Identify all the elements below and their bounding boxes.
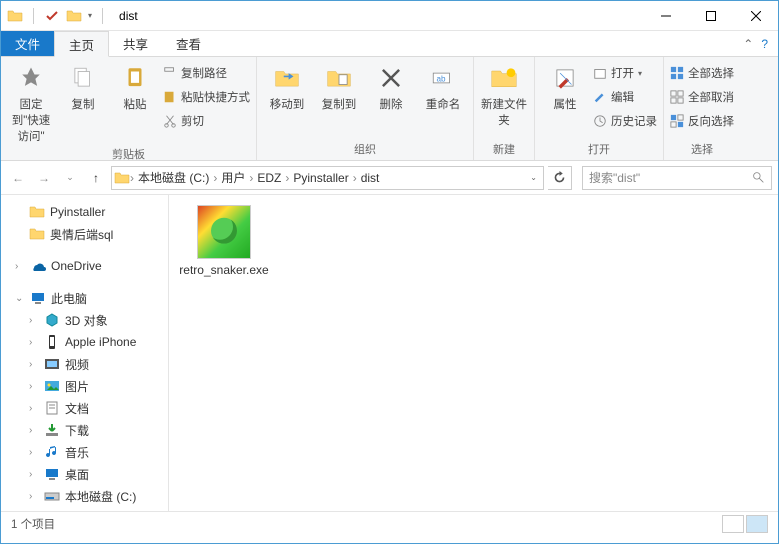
checkmark-icon[interactable] — [44, 8, 60, 24]
select-group-label: 选择 — [670, 139, 734, 160]
organize-group-label: 组织 — [263, 139, 467, 160]
svg-text:ab: ab — [437, 74, 447, 83]
close-button[interactable] — [733, 1, 778, 31]
properties-button[interactable]: 属性 — [541, 60, 589, 112]
select-all-button[interactable]: 全部选择 — [670, 62, 734, 84]
tree-item-this-pc[interactable]: ⌄此电脑 — [1, 287, 168, 309]
forward-button[interactable]: → — [33, 167, 55, 189]
open-button[interactable]: 打开 ▾ — [593, 62, 657, 84]
move-to-label: 移动到 — [270, 96, 305, 112]
new-folder-label: 新建文件夹 — [480, 96, 528, 128]
refresh-button[interactable] — [548, 166, 572, 190]
breadcrumb-item[interactable]: Pyinstaller — [289, 171, 352, 185]
paste-label: 粘贴 — [124, 96, 147, 112]
window-title: dist — [113, 9, 138, 23]
breadcrumb-item[interactable]: 用户 — [217, 169, 249, 186]
move-to-button[interactable]: 移动到 — [263, 60, 311, 112]
quick-access-toolbar: ▾ — [1, 8, 113, 24]
tree-item-onedrive[interactable]: ›OneDrive — [1, 255, 168, 277]
address-bar[interactable]: › 本地磁盘 (C:)› 用户› EDZ› Pyinstaller› dist … — [111, 166, 544, 190]
up-button[interactable]: ↑ — [85, 167, 107, 189]
content-area[interactable]: retro_snaker.exe — [169, 195, 778, 511]
tree-item-desktop[interactable]: ›桌面 — [1, 463, 168, 485]
pin-button[interactable]: 固定到"快速访问" — [7, 60, 55, 144]
tab-home[interactable]: 主页 — [54, 31, 109, 57]
cut-button[interactable]: 剪切 — [163, 110, 250, 132]
select-none-button[interactable]: 全部取消 — [670, 86, 734, 108]
tree-item-pyinstaller[interactable]: Pyinstaller — [1, 201, 168, 223]
qat-dropdown-icon[interactable]: ▾ — [88, 11, 92, 20]
invert-selection-button[interactable]: 反向选择 — [670, 110, 734, 132]
search-icon — [752, 171, 765, 184]
new-folder-button[interactable]: 新建文件夹 — [480, 60, 528, 128]
properties-label: 属性 — [554, 96, 577, 112]
search-input[interactable]: 搜索"dist" — [582, 166, 772, 190]
copy-to-button[interactable]: 复制到 — [315, 60, 363, 112]
breadcrumb-item[interactable]: dist — [357, 171, 384, 185]
address-dropdown-icon[interactable]: ⌄ — [526, 173, 541, 182]
icons-view-button[interactable] — [746, 515, 768, 533]
tab-file[interactable]: 文件 — [1, 31, 54, 56]
copy-path-button[interactable]: 复制路径 — [163, 62, 250, 84]
copy-label: 复制 — [72, 96, 95, 112]
breadcrumb-item[interactable]: 本地磁盘 (C:) — [134, 169, 213, 186]
tree-item-downloads[interactable]: ›下载 — [1, 419, 168, 441]
clipboard-group-label: 剪贴板 — [7, 144, 250, 165]
edit-button[interactable]: 编辑 — [593, 86, 657, 108]
back-button[interactable]: ← — [7, 167, 29, 189]
collapse-ribbon-icon[interactable]: ⌃ — [743, 37, 753, 51]
ribbon-tabs: 文件 主页 共享 查看 ⌃ ? — [1, 31, 778, 57]
delete-button[interactable]: 删除 — [367, 60, 415, 112]
folder-icon[interactable] — [66, 8, 82, 24]
folder-icon[interactable] — [7, 8, 23, 24]
tree-item-iphone[interactable]: ›Apple iPhone — [1, 331, 168, 353]
statusbar: 1 个项目 — [1, 511, 778, 535]
tree-item-c-drive[interactable]: ›本地磁盘 (C:) — [1, 485, 168, 507]
file-thumbnail-icon — [197, 205, 251, 259]
tab-view[interactable]: 查看 — [162, 31, 215, 56]
help-icon[interactable]: ? — [761, 37, 768, 51]
tree-item-pictures[interactable]: ›图片 — [1, 375, 168, 397]
rename-label: 重命名 — [426, 96, 461, 112]
open-group-label: 打开 — [541, 139, 657, 160]
paste-button[interactable]: 粘贴 — [111, 60, 159, 112]
tab-share[interactable]: 共享 — [109, 31, 162, 56]
maximize-button[interactable] — [688, 1, 733, 31]
file-item[interactable]: retro_snaker.exe — [179, 205, 269, 277]
file-name: retro_snaker.exe — [179, 263, 268, 277]
navbar: ← → ⌄ ↑ › 本地磁盘 (C:)› 用户› EDZ› Pyinstalle… — [1, 161, 778, 195]
ribbon: 固定到"快速访问" 复制 粘贴 复制路径 粘贴快捷方式 剪切 剪贴板 移动到 复… — [1, 57, 778, 161]
minimize-button[interactable] — [643, 1, 688, 31]
copy-to-label: 复制到 — [322, 96, 357, 112]
tree-item-videos[interactable]: ›视频 — [1, 353, 168, 375]
folder-icon — [114, 170, 130, 186]
rename-button[interactable]: ab 重命名 — [419, 60, 467, 112]
copy-button[interactable]: 复制 — [59, 60, 107, 112]
titlebar: ▾ dist — [1, 1, 778, 31]
pin-label: 固定到"快速访问" — [7, 96, 55, 144]
details-view-button[interactable] — [722, 515, 744, 533]
tree-item-documents[interactable]: ›文档 — [1, 397, 168, 419]
new-group-label: 新建 — [480, 139, 528, 160]
recent-dropdown[interactable]: ⌄ — [59, 167, 81, 189]
history-button[interactable]: 历史记录 — [593, 110, 657, 132]
breadcrumb-item[interactable]: EDZ — [253, 171, 285, 185]
delete-label: 删除 — [380, 96, 403, 112]
paste-shortcut-button[interactable]: 粘贴快捷方式 — [163, 86, 250, 108]
navigation-pane[interactable]: Pyinstaller 奥情后端sql ›OneDrive ⌄此电脑 ›3D 对… — [1, 195, 169, 511]
tree-item-3d[interactable]: ›3D 对象 — [1, 309, 168, 331]
item-count: 1 个项目 — [11, 516, 55, 532]
tree-item-sql[interactable]: 奥情后端sql — [1, 223, 168, 245]
search-placeholder: 搜索"dist" — [589, 169, 752, 186]
tree-item-music[interactable]: ›音乐 — [1, 441, 168, 463]
